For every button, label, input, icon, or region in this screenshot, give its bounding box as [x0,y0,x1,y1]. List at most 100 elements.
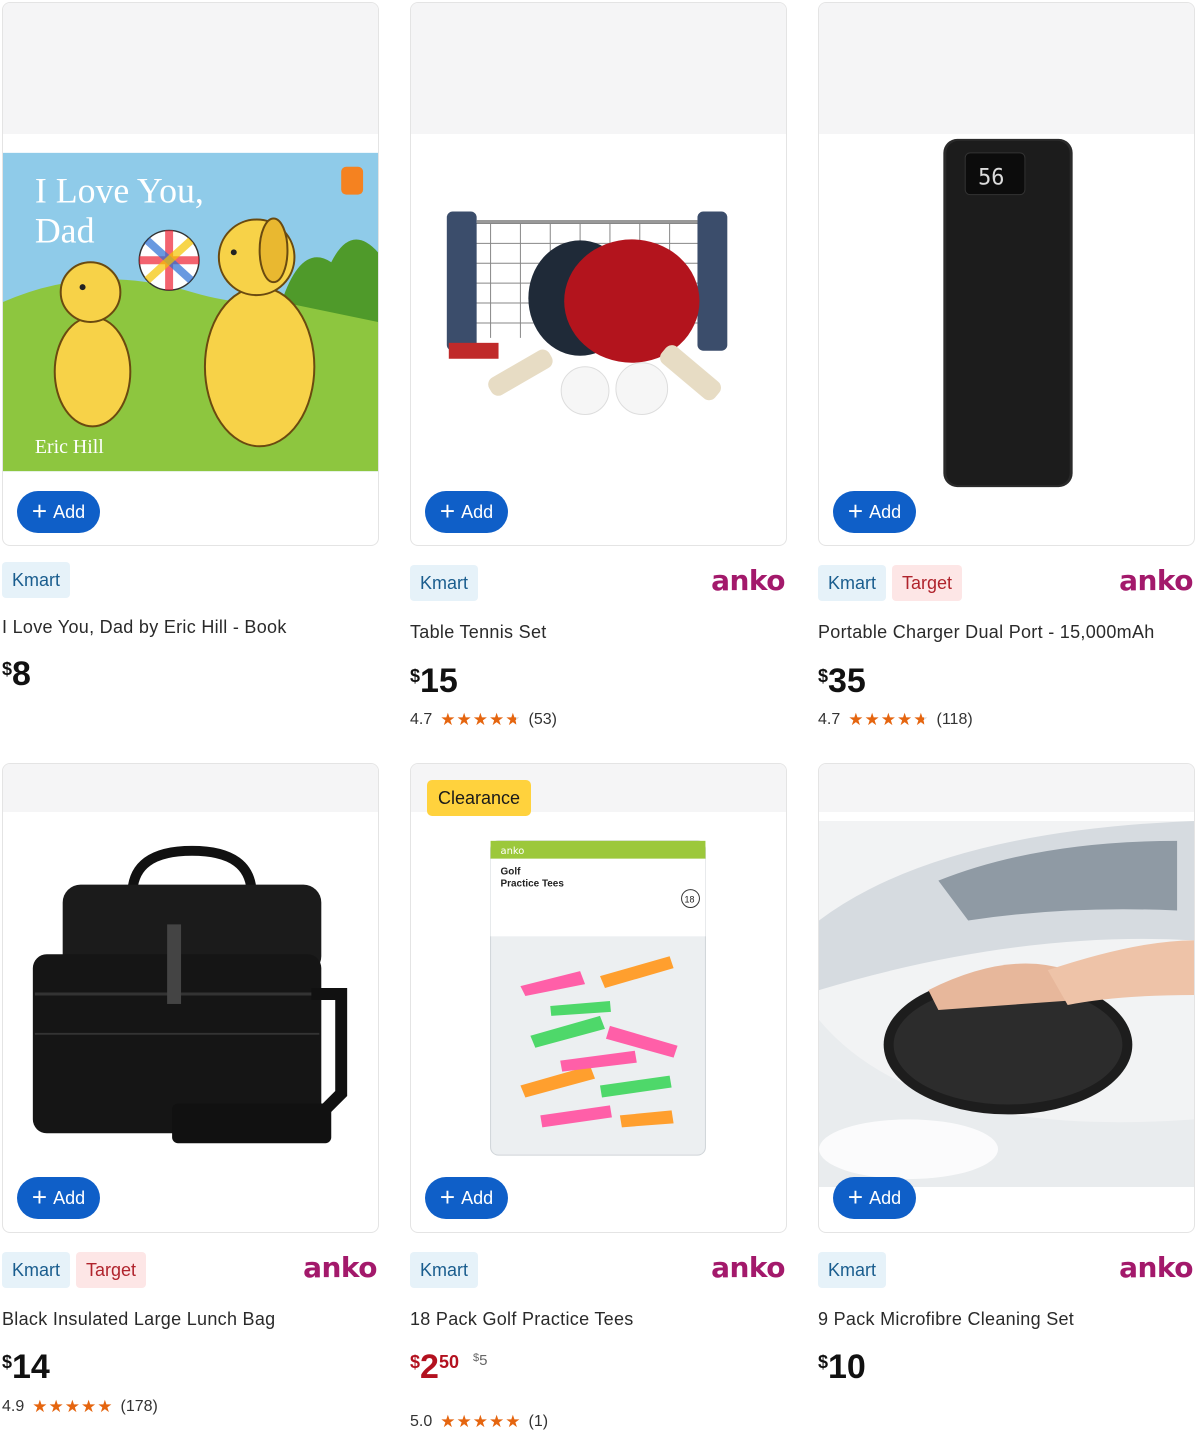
star-icon: ★ [48,1397,64,1416]
currency-symbol: $ [410,666,421,686]
product-title[interactable]: I Love You, Dad by Eric Hill - Book [2,617,287,638]
plus-icon: + [847,1181,864,1212]
product-title[interactable]: 18 Pack Golf Practice Tees [410,1309,634,1330]
rating-value: 5.0 [410,1413,433,1430]
add-button[interactable]: + Add [833,1177,916,1219]
store-tag-kmart: Kmart [818,565,887,601]
store-tags: Kmart [410,565,479,601]
star-icon: ★ [32,1397,48,1416]
star-icon: ★ [880,710,896,729]
add-button[interactable]: + Add [17,491,100,533]
price-value: 15 [420,662,458,700]
product-price: $ 2 50 $5 [410,1350,487,1384]
brand-logo[interactable]: anko [711,564,785,597]
product-tile[interactable]: + Add [410,2,787,546]
currency-symbol: $ [818,666,829,686]
store-tags: Kmart Target [818,565,963,601]
pack-brand: anko [501,846,525,857]
add-button[interactable]: + Add [17,1177,100,1219]
plus-icon: + [439,495,456,526]
price-value: 35 [828,662,866,700]
charger-display: 56 [978,166,1004,191]
store-tag-kmart: Kmart [2,1252,71,1288]
price-value: 8 [12,655,31,693]
review-count: (1) [528,1413,549,1430]
product-tile[interactable]: anko Golf Practice Tees 18 Clearance + A… [410,763,787,1233]
product-tile[interactable]: + Add [2,763,379,1233]
add-button[interactable]: + Add [425,491,508,533]
add-button-label: Add [461,1187,494,1208]
review-count: (53) [528,711,557,728]
brand-logo[interactable]: anko [303,1251,377,1284]
product-price: $ 35 [818,664,866,698]
star-rating: ★ ★ ★ ★ ★ [848,710,928,730]
product-image[interactable]: 56 [819,134,1194,494]
store-tag-kmart: Kmart [410,565,479,601]
product-tile[interactable]: 56 + Add [818,2,1195,546]
product-image[interactable] [411,153,786,473]
star-rating: ★ ★ ★ ★ ★ [440,710,520,730]
store-tags: Kmart [2,562,71,598]
product-title[interactable]: Table Tennis Set [410,622,547,643]
product-rating[interactable]: 4.7 ★ ★ ★ ★ ★ (118) [818,710,973,730]
star-icon: ★ [505,710,521,729]
review-count: (118) [936,711,973,728]
add-button-label: Add [53,501,86,522]
product-image[interactable]: anko Golf Practice Tees 18 [411,836,786,1161]
star-icon: ★ [913,710,929,729]
store-tag-kmart: Kmart [2,562,71,598]
price-value: 10 [828,1348,866,1386]
add-button-label: Add [869,1187,902,1208]
star-icon: ★ [440,1412,456,1431]
book-title-line2: Dad [35,210,95,250]
pack-count: 18 [685,895,695,905]
product-title[interactable]: Black Insulated Large Lunch Bag [2,1309,275,1330]
book-author: Eric Hill [35,436,104,458]
image-band [3,3,378,134]
star-rating: ★ ★ ★ ★ ★ [440,1412,520,1432]
product-rating[interactable]: 5.0 ★ ★ ★ ★ ★ (1) [410,1412,548,1432]
was-price-value: 5 [479,1352,488,1369]
star-icon: ★ [848,710,864,729]
store-tag-target: Target [76,1252,147,1288]
plus-icon: + [31,495,48,526]
star-icon: ★ [505,1412,521,1431]
star-icon: ★ [897,710,913,729]
plus-icon: + [847,495,864,526]
price-value: 2 [420,1348,439,1386]
add-button[interactable]: + Add [833,491,916,533]
product-title[interactable]: 9 Pack Microfibre Cleaning Set [818,1309,1074,1330]
product-rating[interactable]: 4.7 ★ ★ ★ ★ ★ (53) [410,710,557,730]
product-image[interactable] [3,844,378,1154]
star-icon: ★ [489,1412,505,1431]
store-tag-kmart: Kmart [818,1252,887,1288]
product-tile[interactable]: + Add [818,763,1195,1233]
pack-title-line2: Practice Tees [501,879,565,890]
product-image[interactable] [819,820,1194,1188]
product-price: $ 8 [2,657,31,691]
currency-symbol: $ [2,659,13,679]
add-button[interactable]: + Add [425,1177,508,1219]
was-price: $5 [473,1352,487,1369]
star-icon: ★ [472,710,488,729]
star-rating: ★ ★ ★ ★ ★ [32,1397,112,1417]
rating-value: 4.7 [410,711,433,728]
price-value: 14 [12,1348,50,1386]
star-icon: ★ [489,710,505,729]
product-tile[interactable]: I Love You, Dad Eric Hill + Add [2,2,379,546]
plus-icon: + [439,1181,456,1212]
star-icon: ★ [864,710,880,729]
price-cents: 50 [438,1352,459,1372]
store-tags: Kmart [410,1252,479,1288]
image-band [819,3,1194,134]
clearance-badge: Clearance [427,780,532,816]
brand-logo[interactable]: anko [1119,564,1193,597]
product-rating[interactable]: 4.9 ★ ★ ★ ★ ★ (178) [2,1397,158,1417]
currency-symbol: $ [2,1352,13,1372]
rating-value: 4.7 [818,711,841,728]
brand-logo[interactable]: anko [711,1251,785,1284]
brand-logo[interactable]: anko [1119,1251,1193,1284]
product-title[interactable]: Portable Charger Dual Port - 15,000mAh [818,622,1155,643]
add-button-label: Add [53,1187,86,1208]
product-image[interactable]: I Love You, Dad Eric Hill [3,152,378,472]
